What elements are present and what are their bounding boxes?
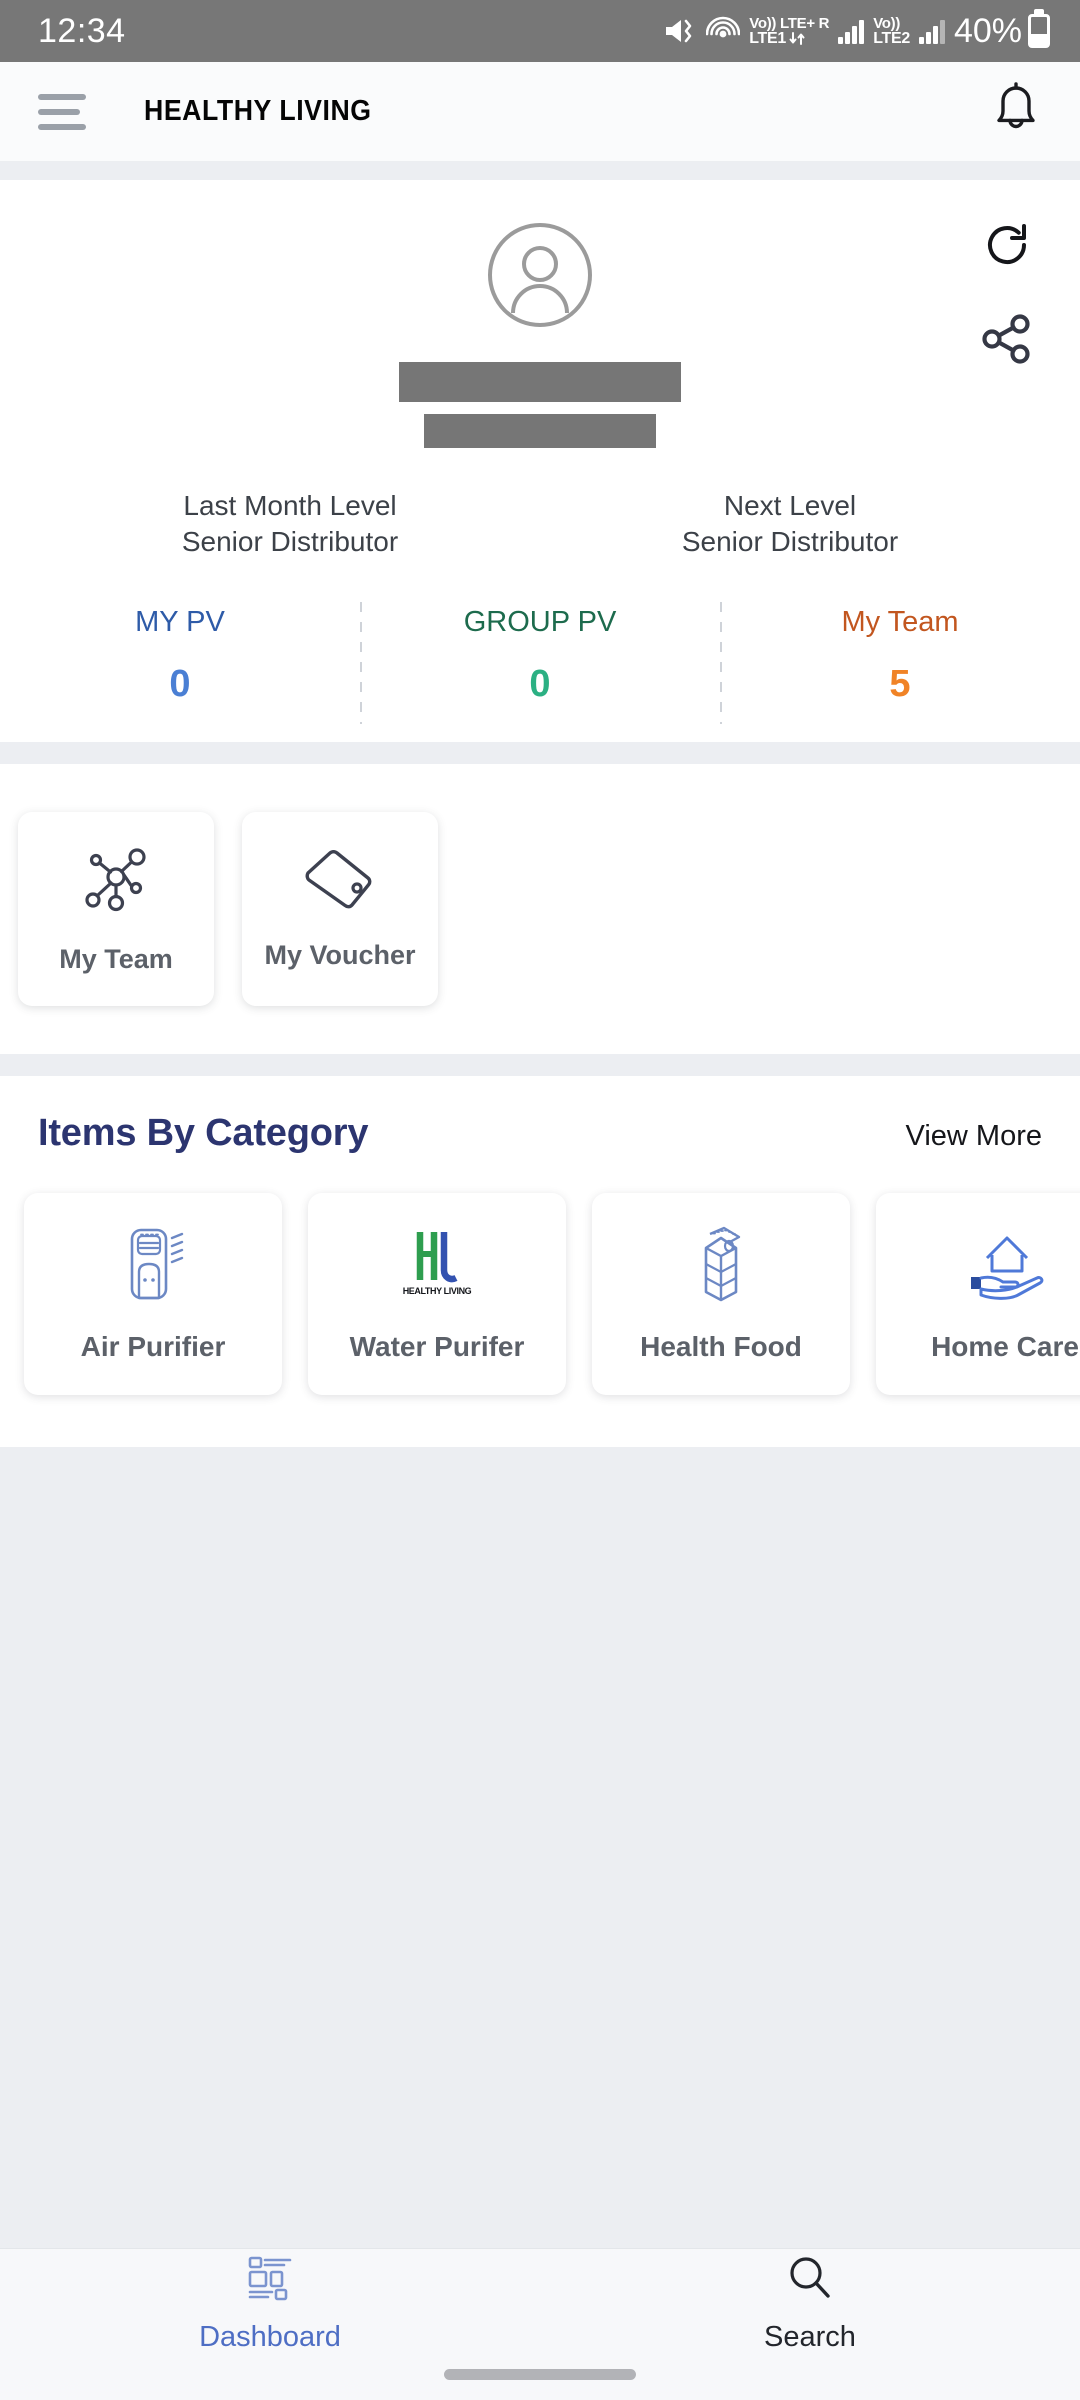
status-bar-clock: 12:34 [38,11,126,50]
app-bar: HEALTHY LIVING [0,62,1080,162]
stat-my-pv-value: 0 [169,662,191,705]
stat-my-team-label: My Team [841,605,959,638]
home-indicator[interactable] [444,2369,636,2380]
nav-label-dashboard: Dashboard [199,2321,341,2353]
stat-group-pv[interactable]: GROUP PV 0 [360,601,720,724]
share-icon[interactable] [981,313,1033,370]
last-month-level: Last Month Level Senior Distributor [40,488,540,560]
empty-scroll-area [0,1446,1080,2057]
items-by-category-header: Items By Category View More [0,1112,1080,1155]
stat-group-pv-value: 0 [529,662,551,705]
quick-action-my-team[interactable]: My Team [18,811,214,1006]
category-card-row[interactable]: Air Purifier HEALTHY LIVING Water Purife… [0,1155,1080,1395]
bell-icon[interactable] [990,82,1042,141]
stat-my-team-value: 5 [889,662,911,705]
hamburger-menu-icon[interactable] [38,93,86,130]
stat-my-team[interactable]: My Team 5 [720,601,1080,724]
battery-status: 40% [954,12,1050,51]
air-purifier-icon [116,1224,190,1309]
member-name-redacted [399,362,681,402]
quick-action-my-voucher-label: My Voucher [264,939,416,970]
magnifier-icon [786,2254,834,2307]
page-title: Items By Category [38,1111,369,1154]
nav-label-search: Search [764,2321,856,2353]
avatar[interactable] [0,222,1080,328]
last-month-level-value: Senior Distributor [181,525,399,557]
signal-sim1-icon [838,18,865,44]
bottom-nav-items: Dashboard Search [0,2249,1080,2359]
category-label-health-food: Health Food [640,1331,802,1363]
status-bar-icons: Vo)) LTE+ R LTE1 Vo)) LTE2 40% [663,12,1050,51]
house-in-hand-icon [965,1224,1045,1309]
category-card-air-purifier[interactable]: Air Purifier [24,1192,282,1395]
volte-sim2-icon: Vo)) LTE2 [873,14,910,47]
refresh-icon[interactable] [980,218,1034,277]
network-nodes-icon [79,843,153,922]
stat-group-pv-label: GROUP PV [463,605,617,638]
svg-text:HEALTHY LIVING: HEALTHY LIVING [403,1286,472,1296]
price-tag-icon [300,847,380,918]
next-level: Next Level Senior Distributor [540,488,1040,560]
signal-sim2-icon [918,18,945,44]
stats-row: MY PV 0 GROUP PV 0 My Team 5 [0,601,1080,742]
stat-my-pv-label: MY PV [135,605,225,638]
dashboard-grid-icon [246,2254,294,2307]
section-gap-2 [0,741,1080,764]
quick-action-my-team-label: My Team [59,943,173,974]
nav-item-search[interactable]: Search [540,2249,1080,2359]
quick-actions-section: My Team My Voucher [0,763,1080,1054]
hotspot-icon [706,15,741,47]
category-card-home-care[interactable]: Home Care [876,1192,1080,1395]
category-card-water-purifier[interactable]: HEALTHY LIVING Water Purifer [308,1192,566,1395]
volte-sim1-icon: Vo)) LTE+ R LTE1 [749,14,830,47]
view-more-link[interactable]: View More [906,1120,1042,1153]
category-label-air-purifier: Air Purifier [80,1331,226,1363]
member-id-redacted [424,414,656,448]
profile-side-actions [980,218,1034,370]
stat-my-pv[interactable]: MY PV 0 [0,606,360,706]
profile-card: Last Month Level Senior Distributor Next… [0,180,1080,742]
hl-logo-icon: HEALTHY LIVING [400,1224,474,1309]
dashboard-scroll-content: Last Month Level Senior Distributor Next… [0,162,1080,2057]
level-row: Last Month Level Senior Distributor Next… [0,488,1080,560]
category-card-health-food[interactable]: Health Food [592,1192,850,1395]
battery-percent-label: 40% [953,11,1022,50]
last-month-level-caption: Last Month Level [183,490,397,521]
battery-icon [1028,14,1050,48]
next-level-value: Senior Distributor [681,525,899,557]
milk-carton-icon [684,1224,758,1309]
status-bar: 12:34 Vo)) LTE+ R LTE1 Vo)) LTE2 40% [0,0,1080,62]
category-label-home-care: Home Care [931,1331,1079,1363]
section-gap-3 [0,1053,1080,1076]
bottom-navigation-bar: Dashboard Search [0,2248,1080,2400]
nav-item-dashboard[interactable]: Dashboard [0,2249,540,2359]
quick-actions-row: My Team My Voucher [0,811,1080,1006]
items-by-category-section: Items By Category View More Air Purifier… [0,1075,1080,1447]
next-level-caption: Next Level [723,490,857,521]
category-label-water-purifier: Water Purifer [349,1331,525,1363]
vibrate-icon [663,16,697,46]
app-title: HEALTHY LIVING [144,95,372,127]
quick-action-my-voucher[interactable]: My Voucher [242,811,438,1006]
section-gap [0,162,1080,180]
